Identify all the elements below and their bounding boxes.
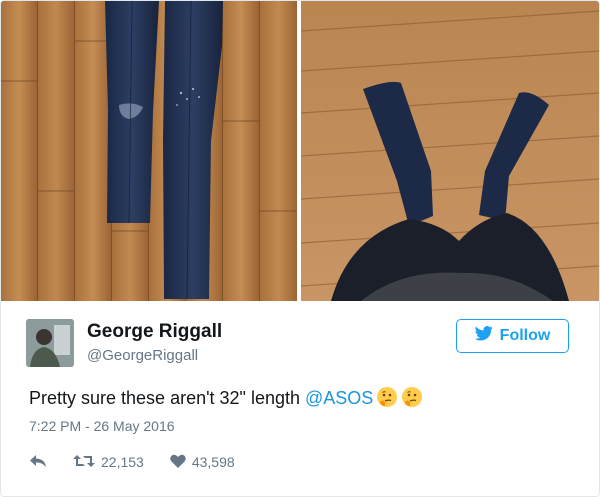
photo-jeans-worn[interactable] bbox=[301, 1, 599, 301]
reply-arrow-icon bbox=[29, 454, 47, 471]
avatar[interactable] bbox=[26, 319, 74, 367]
tweet-actions: 22,153 43,598 bbox=[29, 452, 235, 472]
like-button[interactable]: 43,598 bbox=[170, 454, 235, 471]
retweet-icon bbox=[73, 454, 95, 471]
tweet-timestamp[interactable]: 7:22 PM - 26 May 2016 bbox=[29, 418, 175, 434]
tweet-text: Pretty sure these aren't 32" length @ASO… bbox=[29, 386, 423, 413]
twitter-bird-icon bbox=[474, 326, 493, 346]
thinking-face-icon bbox=[401, 386, 423, 413]
reply-button[interactable] bbox=[29, 454, 47, 471]
heart-icon bbox=[170, 454, 186, 471]
follow-button[interactable]: Follow bbox=[456, 319, 569, 353]
retweet-count: 22,153 bbox=[101, 454, 144, 470]
follow-label: Follow bbox=[499, 327, 551, 344]
photo-jeans-laid-flat[interactable] bbox=[1, 1, 297, 301]
mention-link[interactable]: @ASOS bbox=[305, 388, 373, 408]
tweet-card: George Riggall @GeorgeRiggall Follow Pre… bbox=[0, 0, 600, 497]
user-handle[interactable]: @GeorgeRiggall bbox=[87, 347, 198, 364]
like-count: 43,598 bbox=[191, 454, 235, 470]
tweet-body: George Riggall @GeorgeRiggall Follow Pre… bbox=[1, 301, 599, 496]
retweet-button[interactable]: 22,153 bbox=[73, 454, 144, 471]
thinking-face-icon bbox=[376, 386, 398, 413]
display-name[interactable]: George Riggall bbox=[87, 321, 222, 343]
tweet-text-body: Pretty sure these aren't 32" length bbox=[29, 388, 305, 408]
tweet-photos bbox=[1, 1, 599, 301]
